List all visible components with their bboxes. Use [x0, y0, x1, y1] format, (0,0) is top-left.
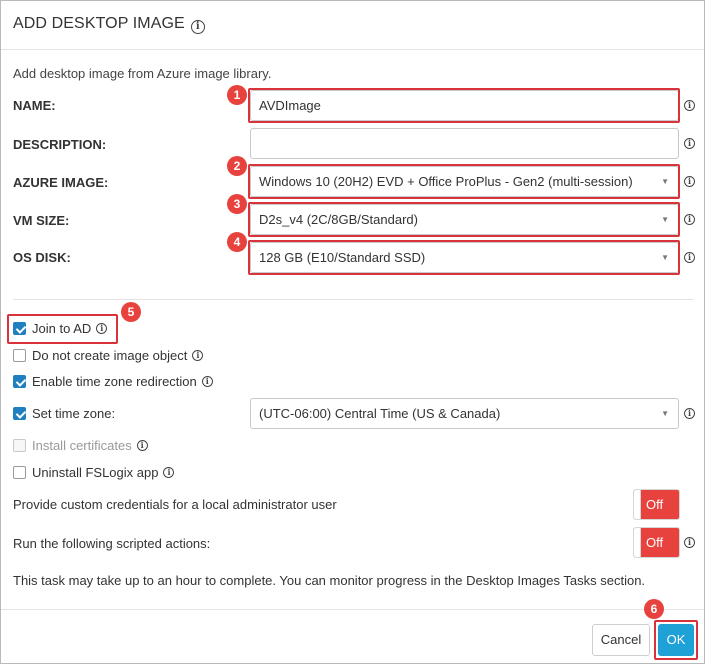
toggle-state: Off — [646, 535, 664, 550]
os-disk-select[interactable]: 128 GB (E10/Standard SSD) ▼ — [250, 242, 679, 273]
time-zone-value: (UTC-06:00) Central Time (US & Canada) — [259, 406, 501, 421]
os-disk-label: OS DISK: — [13, 250, 71, 265]
join-ad-checkbox-row[interactable]: Join to AD i — [13, 321, 108, 336]
no-image-object-info-icon[interactable]: i — [192, 350, 204, 361]
callout-badge: 6 — [644, 599, 664, 619]
toggle-state: Off — [646, 497, 664, 512]
azure-image-select[interactable]: Windows 10 (20H2) EVD + Office ProPlus -… — [250, 166, 679, 197]
no-image-object-label: Do not create image object — [32, 348, 188, 363]
ok-button[interactable]: OK — [658, 624, 694, 656]
name-value: AVDImage — [259, 98, 321, 113]
azure-image-info-icon[interactable]: i — [684, 176, 695, 187]
dialog-title-row: ADD DESKTOP IMAGE i — [13, 15, 205, 34]
description-info-icon[interactable]: i — [684, 138, 695, 149]
uninstall-fslogix-checkbox[interactable] — [13, 466, 26, 479]
vm-size-info-icon[interactable]: i — [684, 214, 695, 225]
scripted-actions-info-icon[interactable]: i — [684, 537, 695, 548]
task-duration-note: This task may take up to an hour to comp… — [13, 573, 646, 588]
dialog-subtitle: Add desktop image from Azure image libra… — [13, 66, 272, 81]
caret-down-icon: ▼ — [661, 409, 669, 418]
name-input[interactable]: AVDImage — [250, 90, 679, 121]
description-input[interactable] — [250, 128, 679, 159]
tz-redirection-info-icon[interactable]: i — [201, 376, 213, 387]
install-certs-checkbox-row: Install certificates i — [13, 438, 148, 453]
caret-down-icon: ▼ — [661, 215, 669, 224]
set-tz-label: Set time zone: — [32, 406, 116, 421]
custom-credentials-toggle[interactable]: Off — [633, 489, 680, 520]
time-zone-select[interactable]: (UTC-06:00) Central Time (US & Canada) ▼ — [250, 398, 679, 429]
time-zone-info-icon[interactable]: i — [684, 408, 695, 419]
install-certs-checkbox — [13, 439, 26, 452]
tz-redirection-checkbox-row[interactable]: Enable time zone redirection i — [13, 374, 213, 389]
azure-image-label: AZURE IMAGE: — [13, 175, 109, 190]
callout-badge: 1 — [227, 85, 247, 105]
cancel-button[interactable]: Cancel — [592, 624, 650, 656]
toggle-knob — [634, 528, 641, 557]
uninstall-fslogix-info-icon[interactable]: i — [163, 467, 175, 478]
caret-down-icon: ▼ — [661, 177, 669, 186]
install-certs-info-icon[interactable]: i — [136, 440, 148, 451]
custom-credentials-label: Provide custom credentials for a local a… — [13, 497, 337, 512]
vm-size-value: D2s_v4 (2C/8GB/Standard) — [259, 212, 418, 227]
name-info-icon[interactable]: i — [684, 100, 695, 111]
set-tz-checkbox-row[interactable]: Set time zone: — [13, 406, 115, 421]
uninstall-fslogix-label: Uninstall FSLogix app — [32, 465, 159, 480]
no-image-object-checkbox[interactable] — [13, 349, 26, 362]
tz-redirection-checkbox[interactable] — [13, 375, 26, 388]
set-tz-checkbox[interactable] — [13, 407, 26, 420]
caret-down-icon: ▼ — [661, 253, 669, 262]
uninstall-fslogix-checkbox-row[interactable]: Uninstall FSLogix app i — [13, 465, 175, 480]
join-ad-label: Join to AD — [32, 321, 92, 336]
join-ad-info-icon[interactable]: i — [96, 323, 108, 334]
vm-size-label: VM SIZE: — [13, 213, 70, 228]
section-divider — [13, 299, 694, 300]
os-disk-info-icon[interactable]: i — [684, 252, 695, 263]
callout-badge: 5 — [121, 302, 141, 322]
callout-badge: 3 — [227, 194, 247, 214]
info-icon[interactable]: i — [190, 20, 205, 34]
name-label: NAME: — [13, 98, 56, 113]
callout-badge: 4 — [227, 232, 247, 252]
join-ad-checkbox[interactable] — [13, 322, 26, 335]
tz-redirection-label: Enable time zone redirection — [32, 374, 197, 389]
scripted-actions-label: Run the following scripted actions: — [13, 536, 211, 551]
install-certs-label: Install certificates — [32, 438, 132, 453]
scripted-actions-toggle[interactable]: Off — [633, 527, 680, 558]
dialog-header: ADD DESKTOP IMAGE i — [1, 1, 704, 50]
dialog-title: ADD DESKTOP IMAGE — [13, 15, 185, 32]
toggle-knob — [634, 490, 641, 519]
os-disk-value: 128 GB (E10/Standard SSD) — [259, 250, 426, 265]
azure-image-value: Windows 10 (20H2) EVD + Office ProPlus -… — [259, 174, 633, 189]
vm-size-select[interactable]: D2s_v4 (2C/8GB/Standard) ▼ — [250, 204, 679, 235]
description-label: DESCRIPTION: — [13, 137, 107, 152]
add-desktop-image-dialog: ADD DESKTOP IMAGE i Add desktop image fro… — [0, 0, 705, 664]
no-image-object-checkbox-row[interactable]: Do not create image object i — [13, 348, 204, 363]
callout-badge: 2 — [227, 156, 247, 176]
